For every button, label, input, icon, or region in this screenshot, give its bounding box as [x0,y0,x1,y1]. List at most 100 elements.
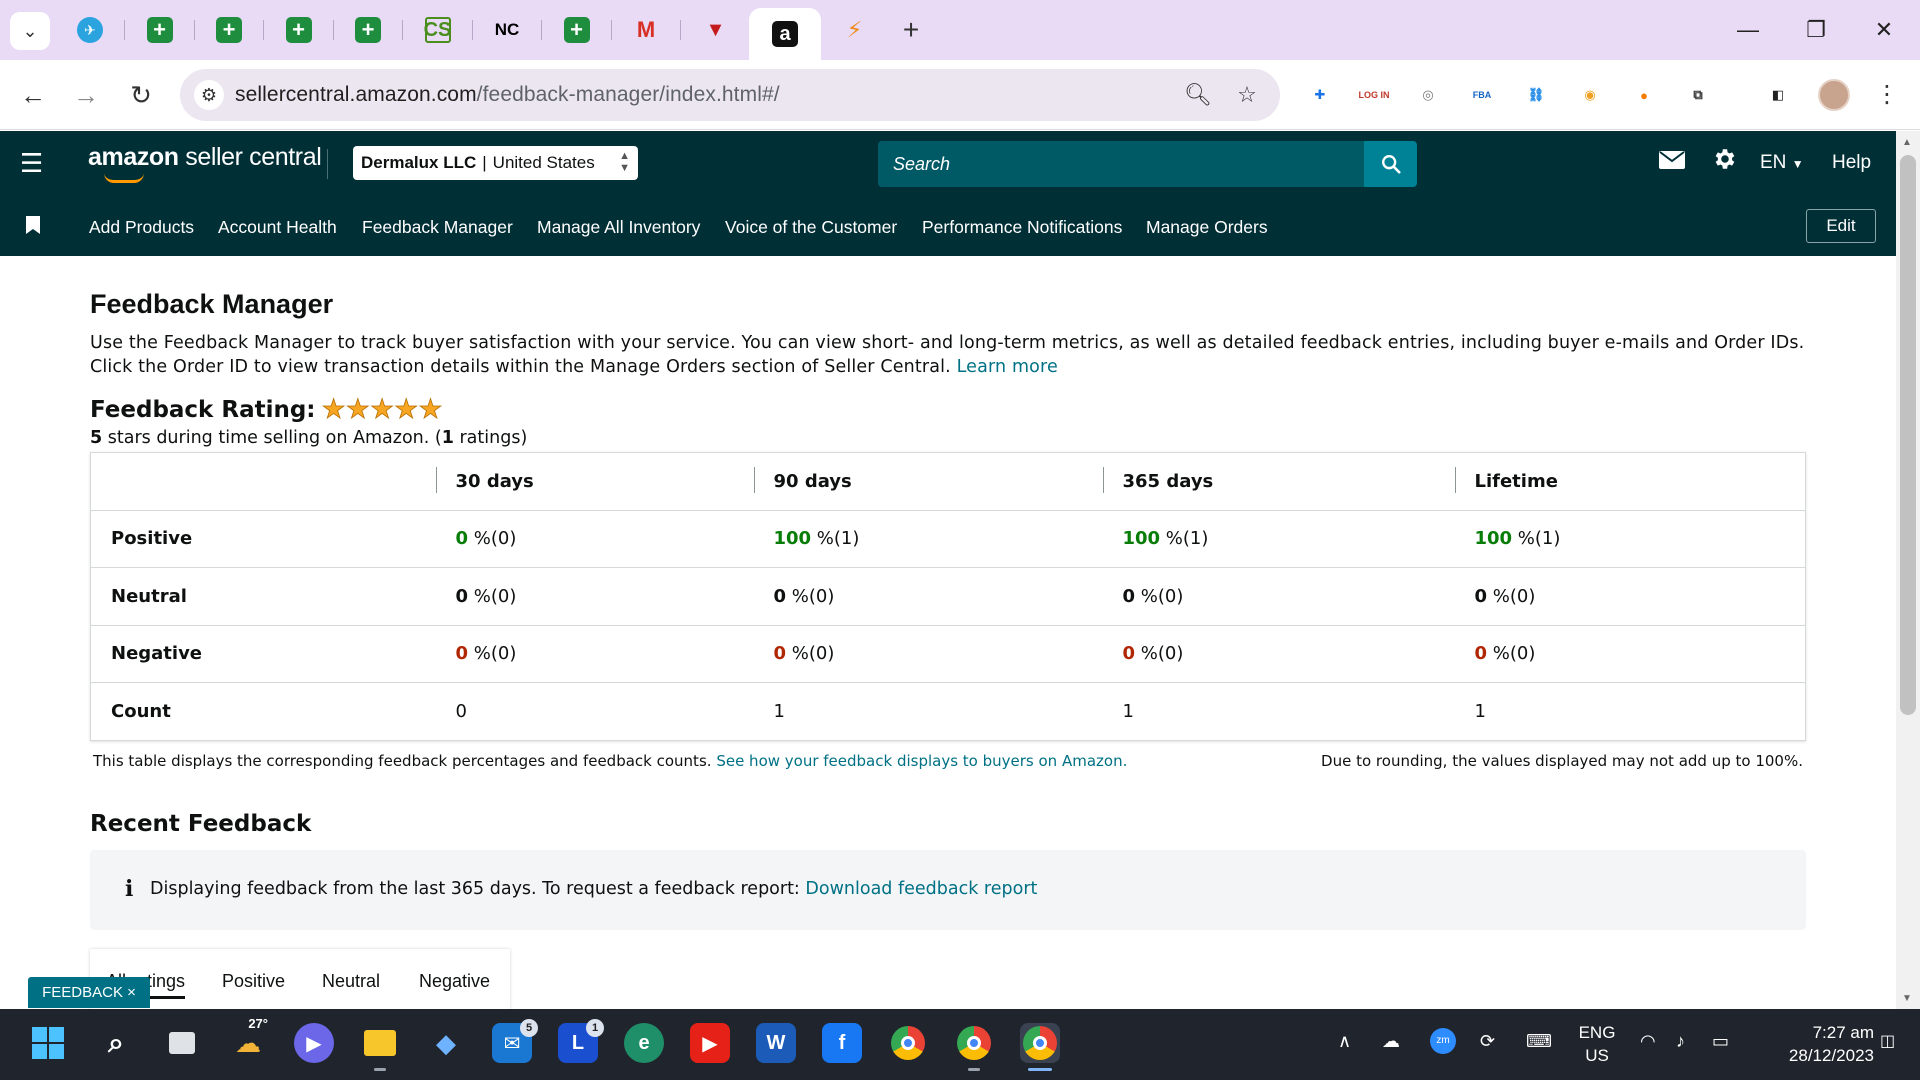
restore-button[interactable]: ❐ [1792,12,1840,48]
settings-gear-icon[interactable] [1711,146,1737,179]
edit-bookmarks-button[interactable]: Edit [1806,209,1876,243]
profile-avatar[interactable] [1818,79,1850,111]
page-scrollbar[interactable]: ▲ ▼ [1896,131,1920,1009]
nav-item-manage-orders[interactable]: Manage Orders [1146,217,1268,238]
tab-search-button[interactable]: ⌄ [10,12,50,50]
input-language[interactable]: ENG US [1575,1021,1619,1067]
edge-browser-icon[interactable]: e [624,1023,664,1063]
keyboard-icon[interactable]: ⌨ [1526,1031,1552,1052]
ext-link-icon[interactable]: ⛓ [1520,79,1552,111]
account-switcher[interactable]: Dermalux LLC | United States ▲ ▼ [353,146,638,180]
browser-tab[interactable]: + [279,10,319,50]
copilot-icon[interactable]: ◆ [426,1023,466,1063]
ext-cake-icon[interactable]: ◉ [1574,79,1606,111]
forward-button[interactable]: → [67,76,105,114]
browser-tab[interactable]: ▼ [696,10,736,50]
chrome-profile-icon[interactable] [954,1023,994,1071]
task-view-icon[interactable] [162,1023,202,1063]
onedrive-icon[interactable]: ☁ [1382,1031,1400,1052]
battery-icon[interactable]: ▭ [1712,1031,1729,1052]
close-window-button[interactable]: ✕ [1860,12,1908,48]
search-input[interactable] [878,141,1364,187]
scroll-down-arrow-icon[interactable]: ▼ [1902,993,1912,1004]
percent-value: 0 [773,585,787,607]
amazon-seller-central-logo[interactable]: amazon seller central [88,143,322,183]
teams-chat-icon[interactable]: ▶ [294,1023,334,1063]
ext-orange-icon[interactable]: ● [1628,79,1660,111]
browser-tab[interactable]: ✈ [70,10,110,50]
reload-button[interactable]: ↻ [122,76,160,114]
learn-more-link[interactable]: Learn more [957,357,1058,377]
tab-separator [332,20,334,40]
hamburger-menu-icon[interactable]: ☰ [20,150,43,176]
extensions-puzzle-icon[interactable]: ⧉ [1682,79,1714,111]
tray-overflow-icon[interactable]: ∧ [1338,1031,1351,1052]
browser-tab[interactable]: a [749,8,821,60]
mail-icon[interactable] [1659,149,1685,177]
tab-negative[interactable]: Negative [419,971,490,992]
browser-tab[interactable]: M [626,10,666,50]
feedback-widget-button[interactable]: FEEDBACK × [28,977,150,1008]
ext-login-icon[interactable]: LOG IN [1358,79,1390,111]
site-info-icon[interactable]: ⚙ [194,80,224,110]
chrome-icon[interactable] [888,1023,928,1063]
nav-item-account-health[interactable]: Account Health [218,217,337,238]
minimize-button[interactable]: — [1724,12,1772,48]
browser-tab[interactable]: + [209,10,249,50]
browser-menu-icon[interactable]: ⋮ [1868,76,1906,114]
url-text[interactable]: sellercentral.amazon.com/feedback-manage… [235,83,780,107]
ext-fba-icon[interactable]: FBA [1466,79,1498,111]
browser-tab[interactable]: CS [418,10,458,50]
file-explorer-icon[interactable] [360,1023,400,1071]
side-panel-icon[interactable]: ◧ [1762,79,1794,111]
nav-item-add-products[interactable]: Add Products [89,217,194,238]
word-icon[interactable]: W [756,1023,796,1063]
address-bar[interactable]: ⚙ sellercentral.amazon.com/feedback-mana… [180,69,1280,121]
system-clock[interactable]: 7:27 am 28/12/2023 [1762,1021,1874,1067]
zoom-app-icon[interactable]: zm [1430,1028,1456,1054]
nav-item-manage-all-inventory[interactable]: Manage All Inventory [537,217,700,238]
ext-lens-icon[interactable]: ◎ [1412,79,1444,111]
search-icon[interactable]: ⌕ [96,1023,136,1063]
nav-item-feedback-manager[interactable]: Feedback Manager [362,217,513,238]
count-value: %(0) [786,643,835,665]
browser-tab[interactable]: + [348,10,388,50]
windows-start-icon[interactable] [28,1023,68,1063]
browser-tab[interactable]: NC [487,10,527,50]
mail-app-icon[interactable]: ✉ 5 [492,1019,538,1063]
wifi-icon[interactable]: ◠ [1640,1031,1656,1052]
sheets-icon: + [355,17,381,43]
scroll-up-arrow-icon[interactable]: ▲ [1902,137,1912,148]
nav-item-performance-notifications[interactable]: Performance Notifications [922,217,1122,238]
search-button[interactable] [1364,141,1417,187]
browser-tab[interactable]: + [557,10,597,50]
count-value: 1 [1474,700,1486,722]
language-selector[interactable]: EN ▼ [1760,152,1804,174]
browser-tab[interactable]: + [140,10,180,50]
volume-icon[interactable]: ♪ [1676,1031,1685,1052]
facebook-icon[interactable]: f [822,1023,862,1063]
weather-icon[interactable]: ☁ 27° [228,1016,268,1063]
tab-neutral[interactable]: Neutral [322,971,380,992]
bookmark-star-icon[interactable]: ☆ [1232,80,1262,110]
notifications-icon[interactable]: ◫ [1880,1031,1895,1051]
ext-blue-icon[interactable]: ✚ [1304,79,1336,111]
youtube-icon[interactable]: ▶ [690,1023,730,1063]
tab-positive[interactable]: Positive [222,971,285,992]
count-value: %(0) [1487,585,1536,607]
download-report-link[interactable]: Download feedback report [805,879,1037,899]
nav-item-voice-of-the-customer[interactable]: Voice of the Customer [725,217,897,238]
browser-tab[interactable]: ⚡ [835,10,875,50]
back-button[interactable]: ← [14,76,52,114]
search-field[interactable] [878,141,1364,187]
help-link[interactable]: Help [1832,152,1871,174]
sync-icon[interactable]: ⟳ [1480,1031,1495,1052]
zoom-icon[interactable]: 🔍︎ [1183,80,1213,110]
scroll-thumb[interactable] [1900,155,1916,715]
table-cell: 0 %(0) [753,625,1103,683]
buyer-display-link[interactable]: See how your feedback displays to buyers… [716,752,1127,770]
chrome-active-icon[interactable] [1020,1023,1060,1071]
l-app-icon[interactable]: L1 [558,1019,604,1063]
new-tab-button[interactable]: + [893,12,929,48]
bookmark-icon[interactable] [26,216,40,234]
